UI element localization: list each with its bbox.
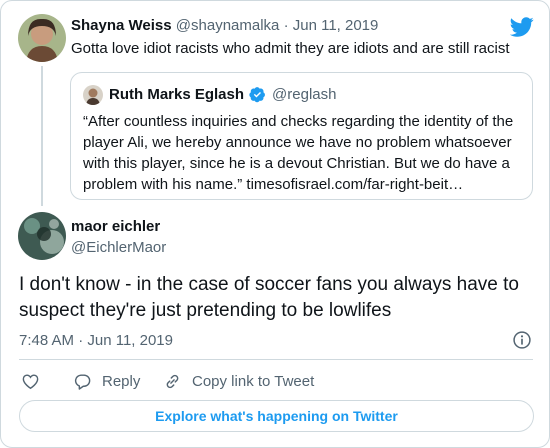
quoted-author-name: Ruth Marks Eglash	[109, 86, 245, 103]
main-author-name[interactable]: maor eichler	[71, 218, 160, 235]
divider	[19, 359, 533, 360]
main-tweet-text: I don't know - in the case of soccer fan…	[19, 274, 520, 321]
parent-tweet-header: Shayna Weiss @shaynamalka · Jun 11, 2019	[71, 17, 378, 34]
reply-button[interactable]: Reply	[73, 370, 140, 392]
parent-date[interactable]: Jun 11, 2019	[293, 17, 379, 34]
thread-line	[41, 66, 43, 206]
heart-icon	[22, 373, 39, 389]
quoted-tweet-text: “After countless inquiries and checks re…	[83, 113, 514, 193]
quoted-tweet-header: Ruth Marks Eglash @reglash	[109, 86, 336, 103]
parent-author-name[interactable]: Shayna Weiss	[71, 17, 172, 34]
reply-icon	[74, 373, 91, 390]
quoted-author-handle: @reglash	[272, 86, 337, 103]
tweet-embed-card: Shayna Weiss @shaynamalka · Jun 11, 2019…	[0, 0, 550, 448]
copy-link-button[interactable]: Copy link to Tweet	[163, 370, 314, 392]
parent-separator: ·	[283, 17, 289, 34]
parent-tweet-text: Gotta love idiot racists who admit they …	[71, 40, 510, 57]
explore-twitter-button[interactable]: Explore what's happening on Twitter	[19, 400, 534, 432]
link-icon	[166, 374, 179, 388]
parent-author-handle[interactable]: @shaynamalka	[176, 17, 280, 34]
main-author-handle[interactable]: @EichlerMaor	[71, 239, 166, 256]
maor-eichler-avatar[interactable]	[18, 212, 66, 260]
info-icon[interactable]	[512, 330, 532, 350]
quoted-tweet[interactable]: Ruth Marks Eglash @reglash “After countl…	[70, 72, 533, 200]
tweet-timestamp[interactable]: 7:48 AM · Jun 11, 2019	[19, 332, 173, 349]
like-button[interactable]	[21, 370, 50, 392]
shayna-weiss-avatar[interactable]	[18, 14, 66, 62]
ruth-marks-eglash-avatar	[83, 85, 103, 105]
copy-link-label: Copy link to Tweet	[192, 372, 315, 390]
verified-badge-icon	[249, 87, 265, 103]
twitter-bird-icon[interactable]	[510, 15, 534, 39]
reply-label: Reply	[102, 372, 141, 390]
